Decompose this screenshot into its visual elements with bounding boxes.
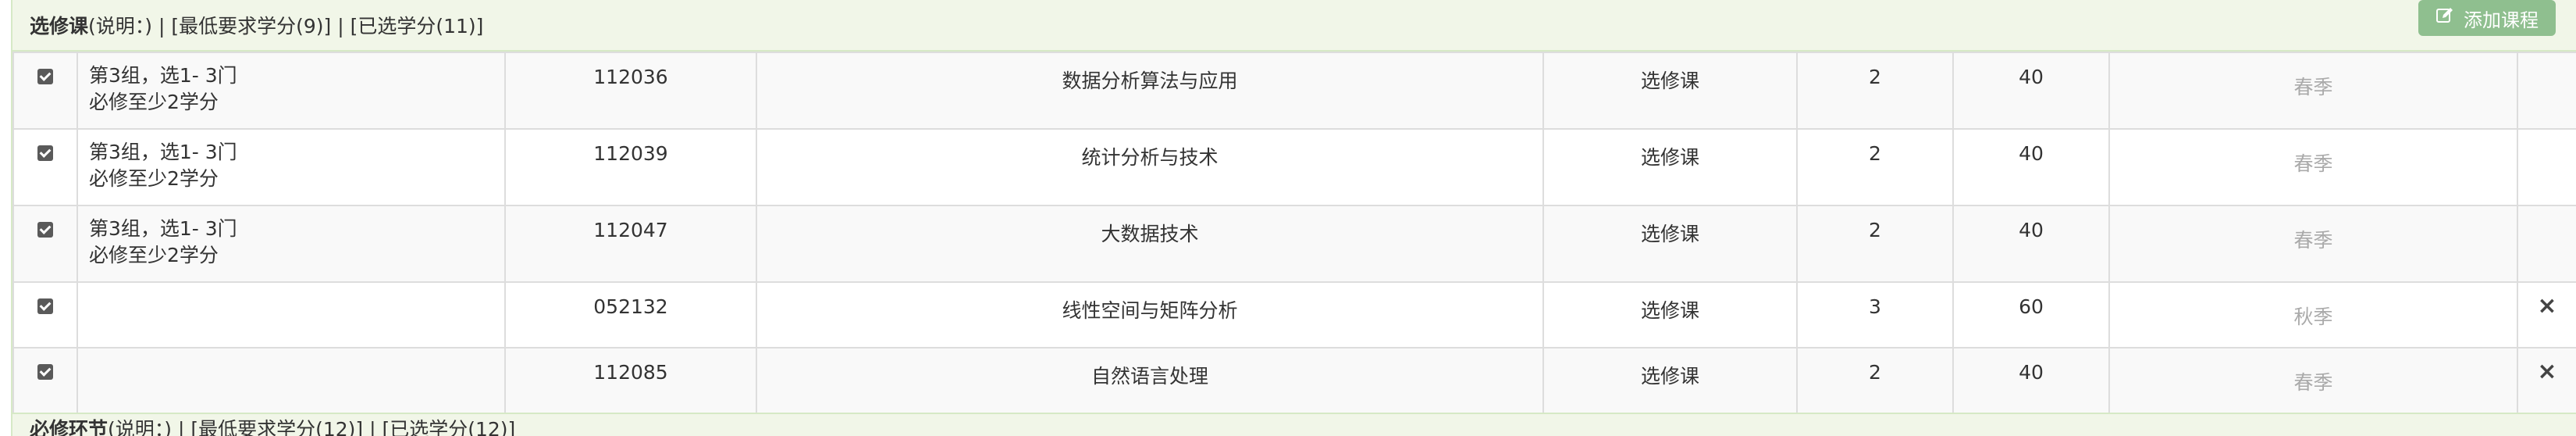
delete-icon[interactable]: × — [2537, 358, 2556, 385]
course-name: 统计分析与技术 — [756, 128, 1544, 206]
section-header: 选修课 (说明：) | [最低要求学分(9)] | [已选学分(11)] 添加课… — [12, 0, 2576, 52]
next-section-header: 必修环节(说明：) | [最低要求学分(12)] | [已选学分(12)] — [12, 413, 2576, 436]
course-credits: 2 — [1796, 128, 1954, 206]
course-type: 选修课 — [1542, 128, 1798, 206]
course-code: 112039 — [504, 128, 757, 206]
course-table: 第3组，选1- 3门 必修至少2学分 112036 数据分析算法与应用 选修课 2… — [12, 52, 2576, 414]
course-season: 秋季 — [2108, 281, 2518, 348]
course-season: 春季 — [2108, 347, 2518, 414]
table-row: 052132 线性空间与矩阵分析 选修课 3 60 秋季 × — [12, 281, 2576, 348]
row-checkbox[interactable] — [37, 364, 53, 380]
course-hours: 40 — [1952, 205, 2110, 283]
course-name: 自然语言处理 — [756, 347, 1544, 414]
group-line2: 必修至少2学分 — [89, 91, 219, 113]
course-code: 112036 — [504, 52, 757, 130]
course-season: 春季 — [2108, 205, 2518, 283]
course-credits: 2 — [1796, 52, 1954, 130]
course-credits: 2 — [1796, 205, 1954, 283]
course-code: 112047 — [504, 205, 757, 283]
course-type: 选修课 — [1542, 205, 1798, 283]
course-type: 选修课 — [1542, 281, 1798, 348]
next-section-meta: (说明：) | [最低要求学分(12)] | [已选学分(12)] — [108, 418, 516, 436]
section-title: 选修课 — [30, 15, 89, 38]
course-name: 线性空间与矩阵分析 — [756, 281, 1544, 348]
course-name: 大数据技术 — [756, 205, 1544, 283]
next-section-title: 必修环节 — [30, 418, 109, 436]
course-credits: 2 — [1796, 347, 1954, 414]
group-line2: 必修至少2学分 — [89, 167, 219, 190]
table-row: 第3组，选1- 3门 必修至少2学分 112039 统计分析与技术 选修课 2 4… — [12, 128, 2576, 206]
course-season: 春季 — [2108, 52, 2518, 130]
row-checkbox[interactable] — [37, 145, 53, 161]
group-line1: 第3组，选1- 3门 — [89, 217, 237, 240]
course-code: 112085 — [504, 347, 757, 414]
elective-panel: 选修课 (说明：) | [最低要求学分(9)] | [已选学分(11)] 添加课… — [11, 0, 2576, 436]
course-type: 选修课 — [1542, 52, 1798, 130]
course-name: 数据分析算法与应用 — [756, 52, 1544, 130]
add-course-label: 添加课程 — [2464, 9, 2539, 31]
group-line2: 必修至少2学分 — [89, 244, 219, 266]
group-line1: 第3组，选1- 3门 — [89, 64, 237, 87]
add-course-button[interactable]: 添加课程 — [2418, 0, 2556, 36]
table-row: 112085 自然语言处理 选修课 2 40 春季 × — [12, 347, 2576, 414]
group-line1: 第3组，选1- 3门 — [89, 141, 237, 163]
delete-icon[interactable]: × — [2537, 292, 2556, 320]
table-row: 第3组，选1- 3门 必修至少2学分 112036 数据分析算法与应用 选修课 2… — [12, 52, 2576, 130]
row-checkbox[interactable] — [37, 298, 53, 314]
edit-icon — [2435, 6, 2454, 30]
row-checkbox[interactable] — [37, 69, 53, 84]
course-code: 052132 — [504, 281, 757, 348]
course-season: 春季 — [2108, 128, 2518, 206]
row-checkbox[interactable] — [37, 222, 53, 238]
course-type: 选修课 — [1542, 347, 1798, 414]
table-row: 第3组，选1- 3门 必修至少2学分 112047 大数据技术 选修课 2 40 … — [12, 205, 2576, 283]
course-hours: 40 — [1952, 52, 2110, 130]
course-hours: 40 — [1952, 128, 2110, 206]
course-hours: 60 — [1952, 281, 2110, 348]
course-hours: 40 — [1952, 347, 2110, 414]
course-credits: 3 — [1796, 281, 1954, 348]
section-meta: (说明：) | [最低要求学分(9)] | [已选学分(11)] — [88, 15, 484, 38]
